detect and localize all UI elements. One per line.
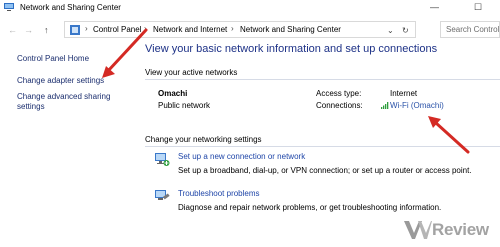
vn-logo-icon — [404, 221, 432, 239]
annotation-arrow-icon — [428, 116, 470, 154]
watermark-logo: Review — [404, 217, 496, 243]
watermark-text: Review — [432, 220, 489, 239]
